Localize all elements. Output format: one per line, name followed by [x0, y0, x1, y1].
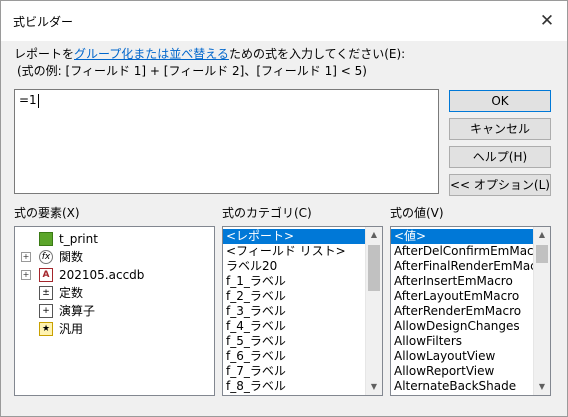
category-item[interactable]: f_1_ラベル — [223, 274, 365, 289]
function-icon: fx — [39, 250, 53, 264]
text-caret — [37, 93, 39, 108]
value-item[interactable]: AfterRenderEmMacro — [391, 304, 533, 319]
window-title: 式ビルダー — [13, 15, 74, 29]
scroll-thumb[interactable] — [368, 245, 380, 291]
expression-editor[interactable]: =1 — [14, 89, 439, 194]
common-expressions-icon: ★ — [39, 322, 53, 336]
categories-label: 式のカテゴリ(C) — [222, 206, 312, 220]
constants-icon: ± — [39, 286, 53, 300]
tree-item-common[interactable]: ★ 汎用 — [15, 320, 214, 338]
expression-builder-dialog: 式ビルダー ✕ レポートをグループ化または並べ替えるための式を入力してください(… — [0, 0, 568, 417]
scroll-down-icon[interactable]: ▼ — [534, 379, 550, 395]
category-item[interactable]: <レポート> — [223, 229, 365, 244]
value-item[interactable]: AfterDelConfirmEmMacro — [391, 244, 533, 259]
grouping-sorting-link[interactable]: グループ化または並べ替える — [74, 47, 229, 61]
categories-items: <レポート> <フィールド リスト> ラベル20 f_1_ラベル f_2_ラベル… — [223, 229, 365, 394]
elements-tree[interactable]: t_print + fx 関数 + A 202105.accdb ± 定数 + … — [14, 226, 215, 396]
tree-item-database[interactable]: + A 202105.accdb — [15, 266, 214, 284]
value-item[interactable]: AllowReportView — [391, 364, 533, 379]
report-icon — [39, 232, 53, 246]
tree-item-functions[interactable]: + fx 関数 — [15, 248, 214, 266]
category-item[interactable]: ラベル20 — [223, 259, 365, 274]
help-button[interactable]: ヘルプ(H) — [449, 146, 551, 168]
category-item[interactable]: <フィールド リスト> — [223, 244, 365, 259]
instruction-post: ための式を入力してください(E): — [228, 47, 406, 61]
values-items: <値> AfterDelConfirmEmMacro AfterFinalRen… — [391, 229, 533, 394]
value-item[interactable]: AllowLayoutView — [391, 349, 533, 364]
category-item[interactable]: f_8_ラベル — [223, 379, 365, 394]
category-item[interactable]: f_5_ラベル — [223, 334, 365, 349]
database-icon: A — [39, 268, 53, 282]
expression-text: =1 — [19, 93, 39, 108]
value-item[interactable]: AfterInsertEmMacro — [391, 274, 533, 289]
category-item[interactable]: f_2_ラベル — [223, 289, 365, 304]
value-item[interactable]: AllowDesignChanges — [391, 319, 533, 334]
value-item[interactable]: <値> — [391, 229, 533, 244]
value-item[interactable]: AfterFinalRenderEmMacro — [391, 259, 533, 274]
values-scrollbar[interactable]: ▲ ▼ — [533, 227, 550, 395]
scroll-down-icon[interactable]: ▼ — [366, 379, 382, 395]
values-label: 式の値(V) — [390, 206, 444, 220]
tree-item-constants[interactable]: ± 定数 — [15, 284, 214, 302]
values-list[interactable]: <値> AfterDelConfirmEmMacro AfterFinalRen… — [390, 226, 551, 396]
scroll-up-icon[interactable]: ▲ — [366, 227, 382, 243]
categories-scrollbar[interactable]: ▲ ▼ — [365, 227, 382, 395]
category-item[interactable]: f_4_ラベル — [223, 319, 365, 334]
operators-icon: + — [39, 304, 53, 318]
example-text: (式の例: [フィールド 1] + [フィールド 2]、[フィールド 1] < … — [17, 64, 367, 78]
categories-list[interactable]: <レポート> <フィールド リスト> ラベル20 f_1_ラベル f_2_ラベル… — [222, 226, 383, 396]
expand-icon[interactable]: + — [21, 270, 31, 280]
scroll-thumb[interactable] — [536, 245, 548, 263]
elements-label: 式の要素(X) — [14, 206, 80, 220]
tree-item-t-print[interactable]: t_print — [15, 230, 214, 248]
value-item[interactable]: AfterLayoutEmMacro — [391, 289, 533, 304]
category-item[interactable]: f_7_ラベル — [223, 364, 365, 379]
title-bar: 式ビルダー ✕ — [1, 1, 567, 41]
cancel-button[interactable]: キャンセル — [449, 118, 551, 140]
close-icon[interactable]: ✕ — [534, 9, 560, 33]
ok-button[interactable]: OK — [449, 90, 551, 112]
instruction-pre: レポートを — [14, 47, 75, 61]
value-item[interactable]: AllowFilters — [391, 334, 533, 349]
category-item[interactable]: f_6_ラベル — [223, 349, 365, 364]
expand-icon[interactable]: + — [21, 252, 31, 262]
scroll-up-icon[interactable]: ▲ — [534, 227, 550, 243]
value-item[interactable]: AlternateBackShade — [391, 379, 533, 394]
category-item[interactable]: f_3_ラベル — [223, 304, 365, 319]
tree-item-operators[interactable]: + 演算子 — [15, 302, 214, 320]
options-button[interactable]: << オプション(L) — [449, 174, 551, 196]
instruction-text: レポートをグループ化または並べ替えるための式を入力してください(E): — [14, 45, 405, 62]
